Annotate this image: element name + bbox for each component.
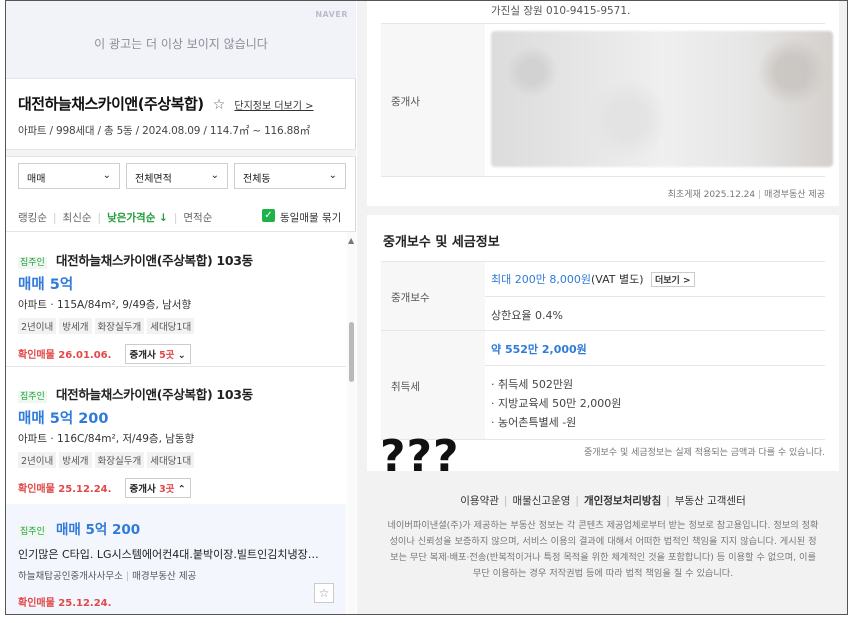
listing-spec: 아파트 · 116C/84m², 저/49층, 남동향 (18, 433, 195, 445)
vat-note: (VAT 별도) (590, 273, 644, 286)
footer-disclaimer: 네이버파이낸셜(주)가 제공하는 부동산 정보는 각 콘텐츠 제공업체로부터 받… (387, 520, 819, 579)
tax-total: 약 552만 2,000원 (491, 343, 587, 356)
complex-info-more-link[interactable]: 단지정보 더보기 > (234, 101, 313, 112)
fee-max-value: 최대 200만 8,000원 (491, 273, 591, 286)
tax-label: 취득세 (391, 381, 420, 393)
tax-item: · 농어촌특별세 -원 (491, 416, 577, 429)
first-listed-date: 최초게재 2025.12.24 (667, 190, 756, 200)
sort-low-price[interactable]: 낮은가격순 ↓ (107, 212, 168, 224)
chevron-down-icon: ⌄ (102, 170, 111, 181)
section-title: 중개보수 및 세금정보 (383, 235, 500, 250)
listing-panel: NAVER 이 광고는 더 이상 보이지 않습니다 대전하늘채스카이앤(주상복합… (6, 1, 356, 614)
agent-card: 가진실 장원 010-9415-9571. 중개사 최초게재 2025.12.2… (367, 1, 839, 206)
sub-list-item[interactable]: 집주인 매매 5억 200 인기많은 C타입. LG시스템에어컨4대.붙박이장.… (6, 504, 346, 614)
agent-count-button[interactable]: 중개사 5곳 ⌄ (124, 344, 191, 364)
listing-title[interactable]: 대전하늘채스카이앤(주상복합) 103동 (56, 387, 253, 402)
footer-links: 이용약관 | 매물신고운영 | 개인정보처리방침 | 부동산 고객센터 (460, 495, 746, 507)
area-select[interactable]: 전체면적 ⌄ (126, 163, 228, 189)
listing-title[interactable]: 대전하늘채스카이앤(주상복합) 103동 (56, 253, 253, 268)
label-cell: 중개사 (381, 24, 485, 176)
label-cell: 중개보수 (381, 262, 485, 330)
complex-title: 대전하늘채스카이앤(주상복합) (18, 95, 204, 113)
first-listed-info: 최초게재 2025.12.24 | 매경부동산 제공 (667, 190, 825, 200)
fee-disclaimer: 중개보수 및 세금정보는 실제 적용되는 금액과 다를 수 있습니다. (583, 448, 825, 458)
listing-price: 매매 5억 200 (18, 411, 109, 427)
list-item[interactable]: 집주인 대전하늘채스카이앤(주상복합) 103동 매매 5억 아파트 · 115… (6, 250, 346, 364)
tag-chip: 방세개 (59, 452, 92, 468)
chevron-down-icon: ⌄ (328, 170, 337, 181)
listing-tags: 2년이내 방세개 화장실두개 세대당1대 (18, 315, 346, 334)
broker-name: 하늘채탑공인중개사사무소 (18, 571, 123, 582)
building-value: 전체동 (243, 174, 271, 185)
trade-type-value: 매매 (27, 174, 46, 185)
handwritten-annotation: ??? (380, 431, 460, 482)
fee-more-button[interactable]: 더보기 > (651, 272, 695, 287)
group-same-listing-checkbox[interactable]: ✓ (262, 209, 275, 222)
tag-chip: 2년이내 (18, 452, 57, 468)
confirmed-date: 확인매물 25.12.24. (18, 598, 112, 609)
tag-chip: 2년이내 (18, 318, 57, 334)
tag-chip: 화장실두개 (94, 452, 145, 468)
listing-description: 인기많은 C타입. LG시스템에어컨4대.붙박이장.빌트인김치냉장… (18, 548, 319, 561)
ad-brand: NAVER (315, 10, 348, 19)
confirmed-date: 확인매물 26.01.06. (18, 350, 112, 361)
agent-label: 중개사 (391, 96, 420, 108)
tag-chip: 세대당1대 (147, 318, 195, 334)
complex-summary: 아파트 / 998세대 / 총 5동 / 2024.08.09 / 114.7㎡… (18, 125, 310, 137)
confirmed-date: 확인매물 25.12.24. (18, 484, 112, 495)
trade-type-select[interactable]: 매매 ⌄ (18, 163, 120, 189)
agent-phone-line: 가진실 장원 010-9415-9571. (491, 5, 631, 17)
complex-header: 대전하늘채스카이앤(주상복합) ☆ 단지정보 더보기 > (18, 93, 314, 114)
star-icon[interactable]: ☆ (213, 97, 226, 113)
owner-tag: 집주인 (18, 391, 47, 403)
favorite-star-icon[interactable]: ☆ (314, 583, 334, 603)
chevron-up-icon: ⌃ (174, 484, 186, 495)
scroll-thumb[interactable] (349, 322, 354, 382)
tag-chip: 방세개 (59, 318, 92, 334)
listing-price: 매매 5억 200 (55, 522, 141, 538)
listing-list: 집주인 대전하늘채스카이앤(주상복합) 103동 매매 5억 아파트 · 115… (6, 232, 346, 614)
ad-banner: NAVER 이 광고는 더 이상 보이지 않습니다 (6, 1, 356, 79)
broker-info: 하늘채탑공인중개사사무소 | 매경부동산 제공 (18, 571, 197, 582)
divider (6, 149, 356, 157)
fee-label: 중개보수 (391, 292, 430, 304)
sort-bar: 랭킹순 | 최신순 | 낮은가격순 ↓ | 면적순 ✓ 동일매물 묶기 (18, 209, 342, 224)
building-select[interactable]: 전체동 ⌄ (234, 163, 346, 189)
chevron-down-icon: ⌄ (210, 170, 219, 181)
app-frame: NAVER 이 광고는 더 이상 보이지 않습니다 대전하늘채스카이앤(주상복합… (5, 0, 848, 615)
sort-ranking[interactable]: 랭킹순 (18, 212, 47, 224)
ad-message: 이 광고는 더 이상 보이지 않습니다 (94, 37, 268, 51)
listing-spec: 아파트 · 115A/84m², 9/49층, 남서향 (18, 299, 192, 311)
footer-link-privacy[interactable]: 개인정보처리방침 (584, 495, 661, 507)
owner-tag: 집주인 (18, 257, 47, 269)
owner-tag: 집주인 (18, 526, 47, 538)
data-provider: 매경부동산 제공 (764, 190, 825, 200)
tax-breakdown: · 취득세 502만원 · 지방교육세 50만 2,000원 · 농어촌특별세 … (491, 375, 621, 432)
tax-item: · 취득세 502만원 (491, 378, 574, 391)
sort-latest[interactable]: 최신순 (63, 212, 92, 224)
agent-count-button[interactable]: 중개사 3곳 ⌃ (124, 478, 191, 498)
list-item[interactable]: 집주인 대전하늘채스카이앤(주상복합) 103동 매매 5억 200 아파트 ·… (6, 384, 346, 498)
area-value: 전체면적 (135, 174, 172, 185)
group-same-listing-label: 동일매물 묶기 (280, 212, 342, 224)
chevron-down-icon: ⌄ (174, 350, 186, 361)
listing-tags: 2년이내 방세개 화장실두개 세대당1대 (18, 449, 346, 468)
tax-item: · 지방교육세 50만 2,000원 (491, 397, 622, 410)
fee-max: 최대 200만 8,000원(VAT 별도) 더보기 > (491, 271, 695, 287)
footer-link-report[interactable]: 매물신고운영 (512, 495, 570, 507)
footer-link-terms[interactable]: 이용약관 (460, 495, 499, 507)
footer: 이용약관 | 매물신고운영 | 개인정보처리방침 | 부동산 고객센터 네이버파이낸셜(주)… (367, 493, 839, 582)
listing-scrollbar[interactable]: ▲ (347, 232, 356, 614)
fee-rate: 상한요율 0.4% (491, 309, 563, 322)
footer-link-support[interactable]: 부동산 고객센터 (675, 495, 746, 507)
data-provider: 매경부동산 제공 (132, 571, 197, 582)
scroll-up-arrow-icon[interactable]: ▲ (348, 236, 354, 245)
sort-area[interactable]: 면적순 (183, 212, 212, 224)
label-cell: 취득세 (381, 331, 485, 439)
tag-chip: 화장실두개 (94, 318, 145, 334)
detail-panel: 가진실 장원 010-9415-9571. 중개사 최초게재 2025.12.2… (357, 1, 847, 614)
listing-price: 매매 5억 (18, 277, 74, 293)
tag-chip: 세대당1대 (147, 452, 195, 468)
